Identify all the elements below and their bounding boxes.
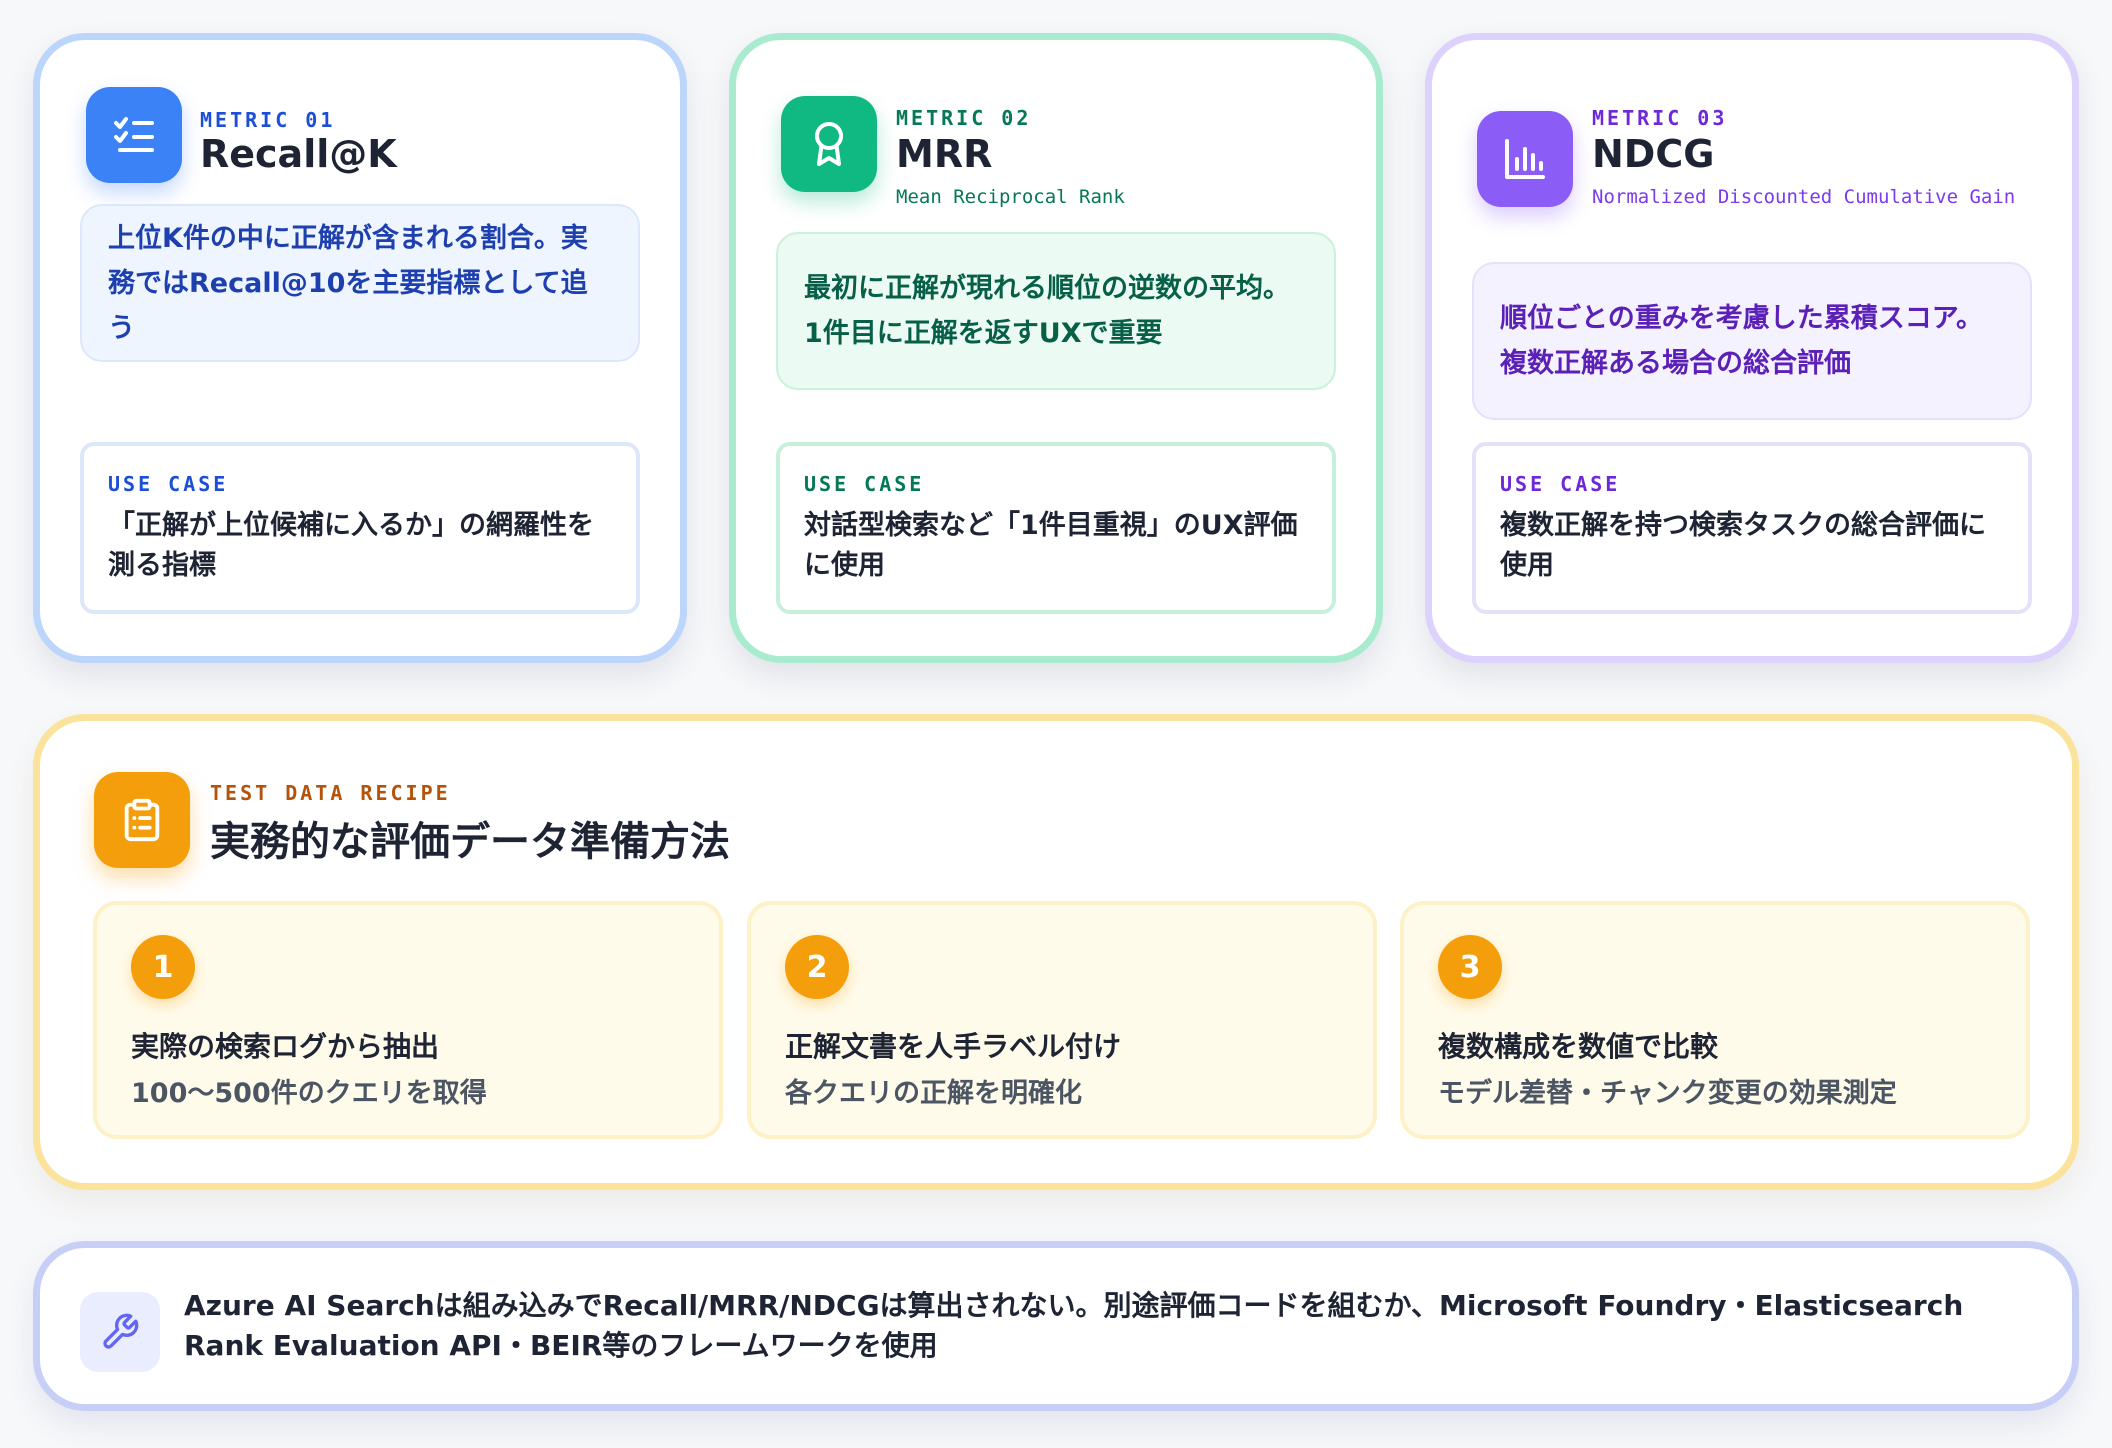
metric-description: 上位K件の中に正解が含まれる割合。実務ではRecall@10を主要指標として追う [80, 204, 640, 362]
step-number-badge: 2 [785, 935, 849, 999]
recipe-step: 1 実際の検索ログから抽出 100〜500件のクエリを取得 [93, 901, 723, 1139]
metric-eyebrow: METRIC 01 [200, 108, 336, 132]
checklist-icon [86, 87, 182, 183]
use-case-label: USE CASE [804, 472, 925, 496]
note-bar: Azure AI Searchは組み込みでRecall/MRR/NDCGは算出さ… [33, 1241, 2079, 1411]
clipboard-icon [94, 772, 190, 868]
award-icon [781, 96, 877, 192]
metric-description-text: 順位ごとの重みを考慮した累積スコア。複数正解ある場合の総合評価 [1500, 303, 1984, 379]
use-case-box: USE CASE 複数正解を持つ検索タスクの総合評価に使用 [1472, 442, 2032, 614]
recipe-step: 2 正解文書を人手ラベル付け 各クエリの正解を明確化 [747, 901, 1377, 1139]
step-number-badge: 3 [1438, 935, 1502, 999]
step-title: 実際の検索ログから抽出 [131, 1030, 440, 1063]
bar-chart-icon [1477, 111, 1573, 207]
metric-card-ndcg: METRIC 03 NDCG Normalized Discounted Cum… [1425, 33, 2079, 663]
test-data-recipe-card: TEST DATA RECIPE 実務的な評価データ準備方法 1 実際の検索ログ… [33, 714, 2079, 1190]
metric-description-text: 上位K件の中に正解が含まれる割合。実務ではRecall@10を主要指標として追う [108, 222, 588, 344]
metric-subtitle: Mean Reciprocal Rank [896, 186, 1125, 208]
metric-description: 順位ごとの重みを考慮した累積スコア。複数正解ある場合の総合評価 [1472, 262, 2032, 420]
use-case-text: 「正解が上位候補に入るか」の網羅性を測る指標 [108, 510, 594, 581]
metric-eyebrow: METRIC 02 [896, 106, 1032, 130]
metric-subtitle: Normalized Discounted Cumulative Gain [1592, 186, 2016, 208]
step-description: 各クエリの正解を明確化 [785, 1078, 1082, 1109]
step-title: 複数構成を数値で比較 [1438, 1030, 1719, 1063]
note-text: Azure AI Searchは組み込みでRecall/MRR/NDCGは算出さ… [184, 1289, 1964, 1362]
metric-title: MRR [896, 132, 993, 176]
step-number-badge: 1 [131, 935, 195, 999]
use-case-label: USE CASE [1500, 472, 1621, 496]
use-case-box: USE CASE 「正解が上位候補に入るか」の網羅性を測る指標 [80, 442, 640, 614]
metric-title: Recall@K [200, 132, 397, 176]
wrench-icon [80, 1292, 160, 1372]
metric-eyebrow: METRIC 03 [1592, 106, 1728, 130]
step-description: モデル差替・チャンク変更の効果測定 [1438, 1078, 1897, 1109]
recipe-title: 実務的な評価データ準備方法 [210, 819, 730, 865]
step-description: 100〜500件のクエリを取得 [131, 1078, 487, 1109]
recipe-step: 3 複数構成を数値で比較 モデル差替・チャンク変更の効果測定 [1400, 901, 2030, 1139]
use-case-text: 対話型検索など「1件目重視」のUX評価に使用 [804, 510, 1298, 581]
metric-title: NDCG [1592, 132, 1715, 176]
metric-description: 最初に正解が現れる順位の逆数の平均。1件目に正解を返すUXで重要 [776, 232, 1336, 390]
metric-card-mrr: METRIC 02 MRR Mean Reciprocal Rank 最初に正解… [729, 33, 1383, 663]
use-case-text: 複数正解を持つ検索タスクの総合評価に使用 [1500, 510, 1986, 581]
step-title: 正解文書を人手ラベル付け [785, 1030, 1122, 1063]
use-case-box: USE CASE 対話型検索など「1件目重視」のUX評価に使用 [776, 442, 1336, 614]
use-case-label: USE CASE [108, 472, 229, 496]
metric-description-text: 最初に正解が現れる順位の逆数の平均。1件目に正解を返すUXで重要 [804, 273, 1290, 349]
recipe-eyebrow: TEST DATA RECIPE [210, 781, 451, 805]
metric-card-recall: METRIC 01 Recall@K 上位K件の中に正解が含まれる割合。実務では… [33, 33, 687, 663]
